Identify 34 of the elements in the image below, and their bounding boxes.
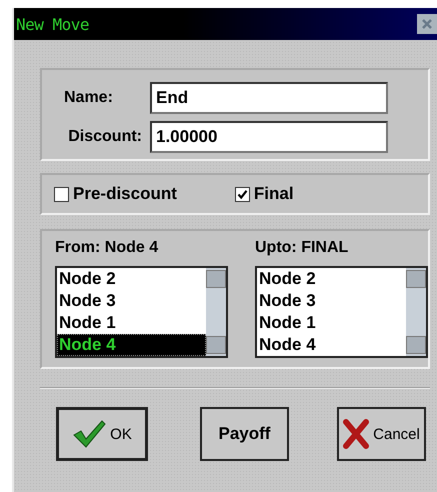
list-item[interactable]: Node 4 bbox=[57, 334, 206, 356]
scroll-up-button[interactable] bbox=[206, 270, 226, 288]
scroll-down-button[interactable] bbox=[206, 336, 226, 354]
list-box[interactable]: Node 2 Node 3 Node 1 Node 4 bbox=[55, 266, 228, 358]
checkbox[interactable] bbox=[234, 186, 250, 202]
ok-button[interactable]: OK bbox=[56, 407, 148, 461]
scroll-down-button[interactable] bbox=[406, 336, 426, 354]
checkbox-label: Pre-discount bbox=[73, 184, 177, 204]
list-box[interactable]: Node 2 Node 3 Node 1 Node 4 bbox=[255, 266, 428, 358]
close-button[interactable] bbox=[417, 14, 437, 34]
close-icon bbox=[421, 18, 433, 30]
list-item[interactable]: Node 1 bbox=[257, 312, 406, 334]
checkbox-label: Final bbox=[254, 184, 294, 204]
checkmark-icon bbox=[72, 419, 106, 449]
list-item[interactable]: Node 4 bbox=[257, 334, 406, 356]
list-item[interactable]: Node 1 bbox=[57, 312, 206, 334]
text-field[interactable]: 1.00000 bbox=[150, 121, 388, 153]
scrollbar[interactable] bbox=[406, 268, 426, 356]
scroll-up-button[interactable] bbox=[406, 270, 426, 288]
list-item[interactable]: Node 3 bbox=[57, 290, 206, 312]
field-label: Discount: bbox=[67, 128, 143, 146]
checkbox[interactable] bbox=[54, 186, 69, 202]
list-heading: Upto: FINAL bbox=[255, 239, 350, 257]
list-item[interactable]: Node 2 bbox=[257, 268, 406, 290]
field-label: Name: bbox=[63, 89, 114, 107]
scrollbar[interactable] bbox=[206, 268, 226, 356]
window-title: New Move bbox=[16, 14, 90, 34]
list-item[interactable]: Node 2 bbox=[57, 268, 206, 290]
text-field[interactable]: End bbox=[150, 82, 388, 114]
cross-icon bbox=[343, 419, 370, 449]
cancel-button[interactable]: Cancel bbox=[337, 407, 426, 461]
payoff-button[interactable]: Payoff bbox=[200, 407, 289, 461]
list-heading: From: Node 4 bbox=[55, 239, 160, 257]
list-item[interactable]: Node 3 bbox=[257, 290, 406, 312]
